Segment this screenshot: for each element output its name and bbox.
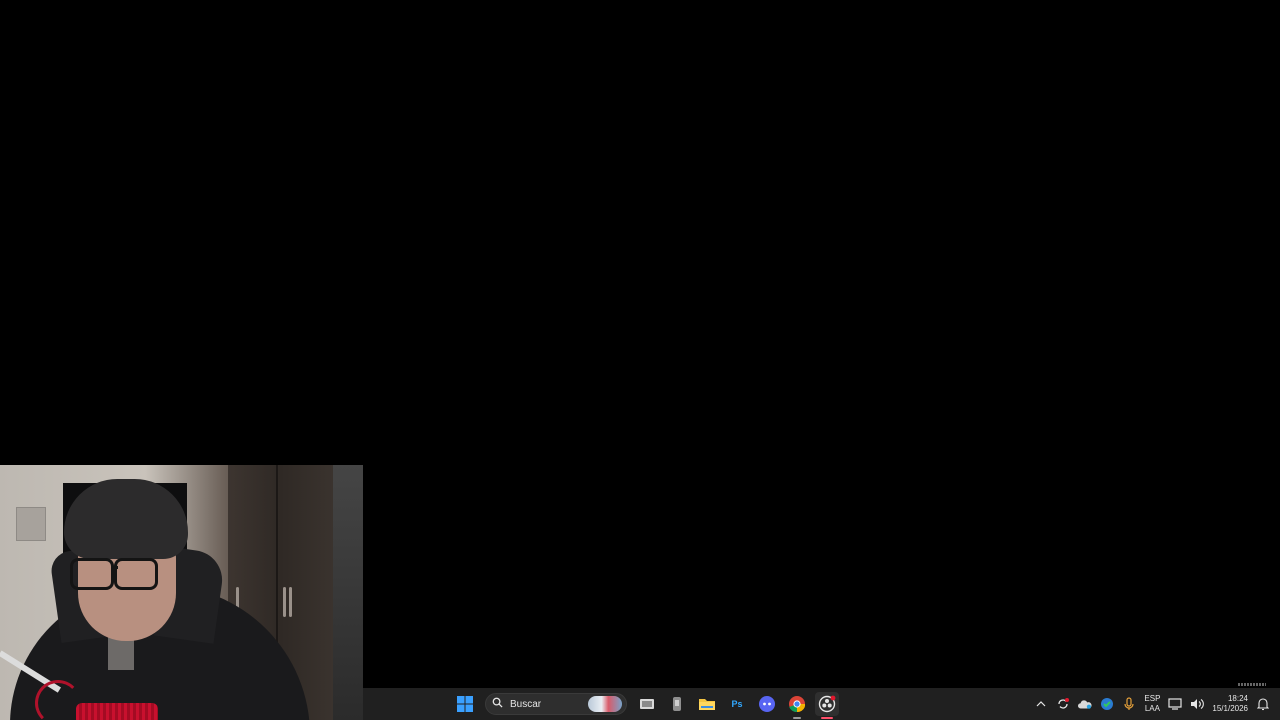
glasses-lens (70, 558, 114, 590)
clock-time: 18:24 (1227, 694, 1248, 703)
language-secondary: LAA (1144, 704, 1160, 713)
notifications-icon[interactable] (1256, 697, 1270, 711)
photoshop-label: Ps (731, 699, 743, 709)
task-view-icon[interactable] (635, 692, 659, 716)
clock[interactable]: 18:24 15/1/2026 (1212, 694, 1248, 714)
microphone (76, 703, 158, 720)
glasses-lens (114, 558, 158, 590)
microphone-icon[interactable] (1122, 697, 1136, 711)
search-icon (492, 695, 503, 713)
chrome-icon[interactable] (785, 692, 809, 719)
discord-icon[interactable] (755, 692, 779, 716)
system-tray: ESP LAA 18:24 15/1/2026 (1034, 688, 1280, 720)
windows-start-icon[interactable] (453, 692, 477, 716)
network-icon[interactable] (1168, 697, 1183, 711)
taskbar-pinned-apps: Buscar Ps (453, 688, 839, 720)
sync-icon[interactable] (1056, 697, 1070, 711)
photoshop-icon[interactable]: Ps (725, 692, 749, 716)
wall-panel (16, 507, 46, 541)
cabinet-handle (283, 587, 286, 617)
language-primary: ESP (1144, 694, 1161, 703)
glasses-bridge (112, 566, 118, 569)
file-explorer-icon[interactable] (695, 692, 719, 716)
onedrive-icon[interactable] (1078, 697, 1092, 711)
cabinet-handle (289, 587, 292, 617)
volume-icon[interactable] (1190, 697, 1205, 711)
webcam-overlay (0, 465, 363, 720)
clock-date: 15/1/2026 (1212, 704, 1248, 713)
mic-cable (35, 680, 81, 720)
app-icon[interactable] (665, 692, 689, 716)
security-icon[interactable] (1100, 697, 1114, 711)
search-highlight-image (588, 696, 622, 712)
dark-wall (333, 465, 363, 720)
language-indicator[interactable]: ESP LAA (1144, 694, 1160, 714)
watermark (1238, 683, 1266, 686)
search-input[interactable]: Buscar (485, 693, 627, 715)
obs-icon[interactable] (815, 692, 839, 719)
chevron-up-icon[interactable] (1034, 697, 1048, 711)
person-hair (64, 479, 188, 559)
desktop: Buscar Ps ESP LAA 18:24 15/1/2026 (0, 0, 1280, 720)
search-placeholder: Buscar (510, 698, 542, 710)
